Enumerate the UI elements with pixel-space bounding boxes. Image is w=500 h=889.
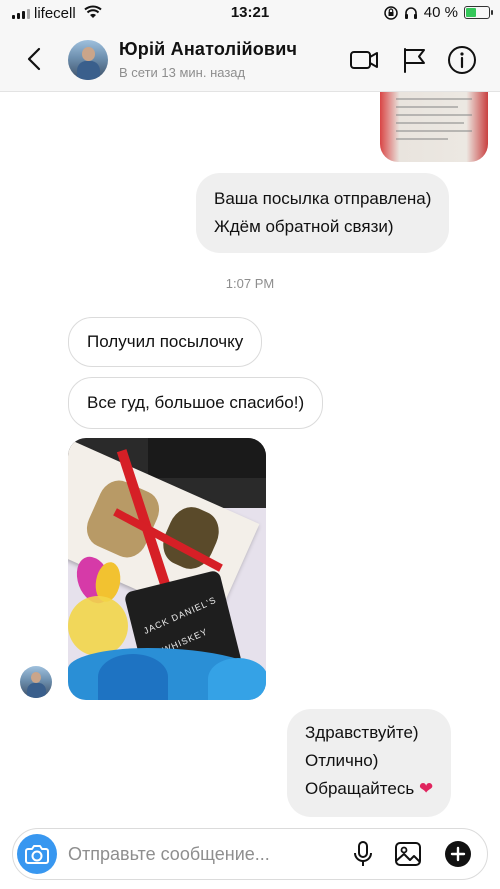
message-text: Здравствуйте) xyxy=(305,723,419,742)
battery-icon xyxy=(464,6,493,19)
camera-button[interactable] xyxy=(17,834,57,874)
headphones-icon xyxy=(404,6,417,19)
contact-avatar[interactable] xyxy=(68,40,108,80)
message-text: Ваша посылка отправлена) xyxy=(214,189,432,208)
contact-status: В сети 13 мин. назад xyxy=(119,65,246,80)
message-timestamp: 1:07 PM xyxy=(225,276,275,291)
status-bar: lifecell 13:21 40 % xyxy=(0,0,500,26)
info-icon[interactable] xyxy=(446,44,478,76)
video-call-icon[interactable] xyxy=(348,44,380,76)
message-text: Получил посылочку xyxy=(87,332,244,351)
message-text: Обращайтесь xyxy=(305,779,415,798)
message-bubble-sent[interactable]: Ваша посылка отправлена) Ждём обратной с… xyxy=(196,173,450,253)
message-text: Все гуд, большое спасибо!) xyxy=(87,393,305,412)
message-bubble-received[interactable]: Все гуд, большое спасибо!) xyxy=(68,377,324,429)
heart-emoji: ❤ xyxy=(418,779,434,799)
gallery-icon[interactable] xyxy=(393,839,423,869)
battery-percentage: 40 % xyxy=(423,4,458,21)
sent-photo-receipt[interactable] xyxy=(380,92,488,162)
contact-avatar-small[interactable] xyxy=(20,666,52,698)
message-input[interactable] xyxy=(68,840,318,868)
camera-icon xyxy=(25,845,49,864)
message-bubble-received[interactable]: Получил посылочку xyxy=(68,317,263,367)
contact-name[interactable]: Юрій Анатолійович xyxy=(119,39,297,60)
add-icon[interactable] xyxy=(443,839,473,869)
back-icon[interactable] xyxy=(20,44,50,74)
chat-header: Юрій Анатолійович В сети 13 мин. назад xyxy=(0,26,500,92)
message-composer xyxy=(12,828,488,880)
rotation-lock-icon xyxy=(384,5,398,20)
message-bubble-sent[interactable]: Здравствуйте) Отлично) Обращайтесь ❤ xyxy=(287,709,452,817)
flag-icon[interactable] xyxy=(398,44,430,76)
microphone-icon[interactable] xyxy=(348,839,378,869)
message-text: Ждём обратной связи) xyxy=(214,217,394,236)
received-photo[interactable]: JACK DANIEL'S WHISKEY xyxy=(68,438,266,700)
message-text: Отлично) xyxy=(305,751,379,770)
